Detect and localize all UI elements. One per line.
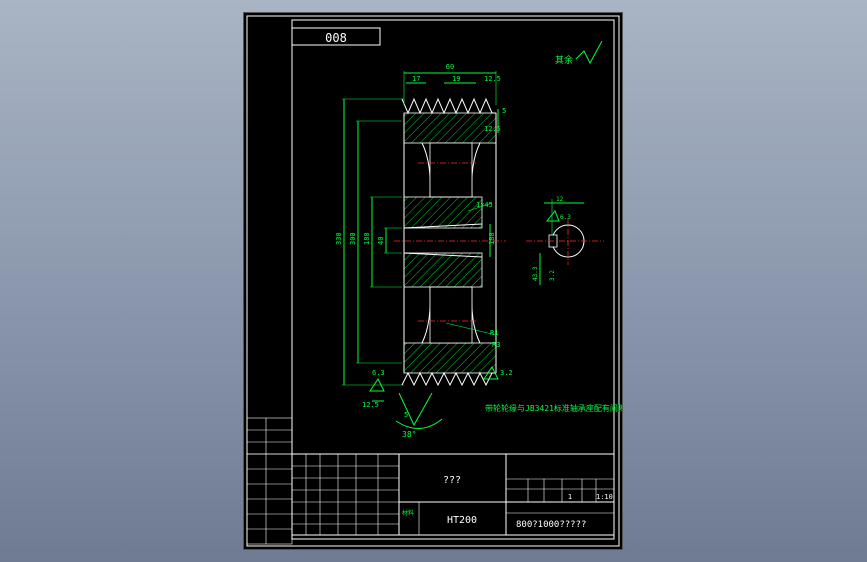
dimension-label: 6.3 [560, 214, 571, 221]
dimension-label: 180 [363, 232, 371, 245]
material-label: 材料 [402, 509, 414, 517]
keyway-roughness-symbol [545, 210, 560, 222]
roughness-note: 其余 [555, 54, 573, 66]
roughness-symbol [575, 40, 603, 65]
groove-angle-label: 38° [402, 430, 416, 439]
dimension-label: 3.2 [500, 369, 513, 377]
dimension-label: 40 [377, 237, 385, 245]
dimension-label: 12.5 [484, 125, 501, 133]
dimension-label: 12.5 [362, 401, 379, 409]
dimension-label: 19 [452, 75, 460, 83]
dimension-label: 1×45 [476, 201, 493, 209]
dimension-label: 300 [349, 232, 357, 245]
roughness-bottom-left [369, 378, 385, 402]
dimension-label: R1 [490, 329, 498, 337]
dimension-label: R3 [492, 341, 500, 349]
cad-viewport[interactable]: 008 其余 330 300 180 40 60 17 19 12.5 12.5… [0, 0, 867, 562]
drawing-canvas: 008 其余 330 300 180 40 60 17 19 12.5 12.5… [246, 15, 622, 547]
dimension-label: 60 [446, 63, 454, 71]
hub-section-bot [403, 252, 483, 288]
drawing-number: 800?1000????? [516, 520, 586, 530]
dimension-label: 3.2 [549, 270, 556, 281]
dimension-label: 5 [502, 107, 506, 115]
dimension-label: 12 [556, 196, 564, 203]
technical-note: 带轮轮缘与JB3421标准轴承座配有间隙 [485, 403, 622, 413]
drawing-sheet: 008 其余 330 300 180 40 60 17 19 12.5 12.5… [244, 13, 622, 549]
drawing-line [429, 142, 473, 198]
rim-section-bot [403, 342, 497, 374]
dimension-label: 12.5 [484, 75, 501, 83]
groove-angle [395, 392, 443, 429]
dimension-label: 17 [412, 75, 420, 83]
drawing-name: ??? [443, 475, 461, 486]
bore-taper [403, 223, 483, 258]
hub-section-top [403, 196, 483, 229]
material-value: HT200 [447, 515, 477, 526]
rim-section-top [403, 112, 497, 144]
scale-value: 1:10 [596, 493, 613, 501]
drawing-line [429, 286, 473, 344]
dimension-label: 5 [404, 411, 408, 419]
drawing-line [246, 417, 293, 455]
dimension-label: 6.3 [372, 369, 385, 377]
part-code: 008 [325, 31, 347, 45]
dimension-label: 43.3 [532, 266, 539, 281]
rim-grooves-bot [401, 371, 496, 387]
sheet-count: 1 [568, 493, 572, 501]
rim-grooves-top [401, 97, 496, 115]
dimension-label: 330 [335, 232, 343, 245]
dimension-label: 180 [488, 232, 496, 245]
